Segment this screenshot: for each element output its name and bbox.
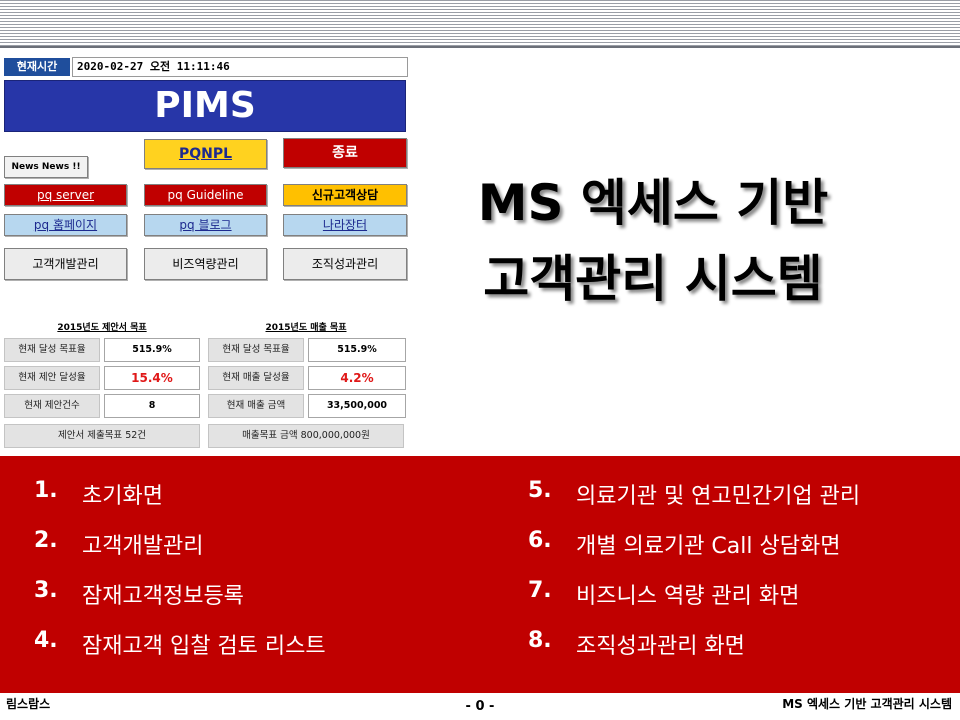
- org-performance-button[interactable]: 조직성과관리: [283, 248, 407, 280]
- slide-footer: 림스람스 - 0 - MS 엑세스 기반 고객관리 시스템: [0, 693, 960, 720]
- slide-title: MS 엑세스 기반 고객관리 시스템: [418, 168, 888, 314]
- agenda-number: 4.: [34, 628, 58, 653]
- access-form-screenshot: 현재시간 2020-02-27 오전 11:11:46 PIMS News Ne…: [0, 54, 414, 454]
- proposal-row-label: 현재 제안건수: [4, 394, 100, 418]
- proposal-row-label: 현재 달성 목표율: [4, 338, 100, 362]
- proposal-row-value: 515.9%: [104, 338, 200, 362]
- slide-title-line-2: 고객관리 시스템: [483, 250, 823, 308]
- current-time-label: 현재시간: [4, 58, 70, 76]
- nara-market-button[interactable]: 나라장터: [283, 214, 407, 236]
- agenda-text: 조직성과관리 화면: [576, 634, 745, 659]
- news-button[interactable]: News News !!: [4, 156, 88, 178]
- agenda-text: 고객개발관리: [82, 534, 204, 559]
- pqnpl-button[interactable]: PQNPL: [144, 139, 267, 169]
- footer-title: MS 엑세스 기반 고객관리 시스템: [782, 697, 952, 711]
- sales-row-label: 현재 달성 목표율: [208, 338, 304, 362]
- pq-guideline-button[interactable]: pq Guideline: [144, 184, 267, 206]
- sales-target-footer: 매출목표 금액 800,000,000원: [208, 424, 404, 448]
- sales-row-label: 현재 매출 금액: [208, 394, 304, 418]
- agenda-number: 2.: [34, 528, 58, 553]
- sales-row-value: 4.2%: [308, 366, 406, 390]
- agenda-number: 5.: [528, 478, 552, 503]
- slide-title-line-1: MS 엑세스 기반: [477, 174, 829, 232]
- agenda-number: 6.: [528, 528, 552, 553]
- new-customer-consult-button[interactable]: 신규고객상담: [283, 184, 407, 206]
- agenda-panel: 1. 초기화면 2. 고객개발관리 3. 잠재고객정보등록 4. 잠재고객 입찰…: [0, 456, 960, 693]
- pq-server-button[interactable]: pq server: [4, 184, 127, 206]
- exit-button[interactable]: 종료: [283, 138, 407, 168]
- biz-capability-button[interactable]: 비즈역량관리: [144, 248, 267, 280]
- header-stripes: [0, 0, 960, 46]
- agenda-text: 비즈니스 역량 관리 화면: [576, 584, 800, 609]
- agenda-number: 1.: [34, 478, 58, 503]
- agenda-text: 개별 의료기관 Call 상담화면: [576, 534, 841, 559]
- page-number: - 0 -: [465, 699, 495, 714]
- sales-row-value: 33,500,000: [308, 394, 406, 418]
- proposal-goal-title: 2015년도 제안서 목표: [57, 323, 147, 333]
- sales-row-value: 515.9%: [308, 338, 406, 362]
- agenda-text: 의료기관 및 연고민간기업 관리: [576, 484, 861, 509]
- agenda-number: 3.: [34, 578, 58, 603]
- sales-row-label: 현재 매출 달성율: [208, 366, 304, 390]
- agenda-number: 8.: [528, 628, 552, 653]
- pq-homepage-button[interactable]: pq 홈페이지: [4, 214, 127, 236]
- header-divider: [0, 46, 960, 48]
- proposal-row-label: 현재 제안 달성율: [4, 366, 100, 390]
- pq-blog-button[interactable]: pq 블로그: [144, 214, 267, 236]
- pims-banner: PIMS: [4, 80, 406, 132]
- agenda-number: 7.: [528, 578, 552, 603]
- customer-dev-button[interactable]: 고객개발관리: [4, 248, 127, 280]
- proposal-row-value: 15.4%: [104, 366, 200, 390]
- current-time-field: 2020-02-27 오전 11:11:46: [72, 57, 408, 77]
- proposal-row-value: 8: [104, 394, 200, 418]
- agenda-text: 잠재고객정보등록: [82, 584, 244, 609]
- sales-goal-title: 2015년도 매출 목표: [265, 323, 347, 333]
- agenda-text: 초기화면: [82, 484, 163, 509]
- footer-company: 림스람스: [6, 697, 51, 711]
- agenda-text: 잠재고객 입찰 검토 리스트: [82, 634, 326, 659]
- proposal-target-footer: 제안서 제출목표 52건: [4, 424, 200, 448]
